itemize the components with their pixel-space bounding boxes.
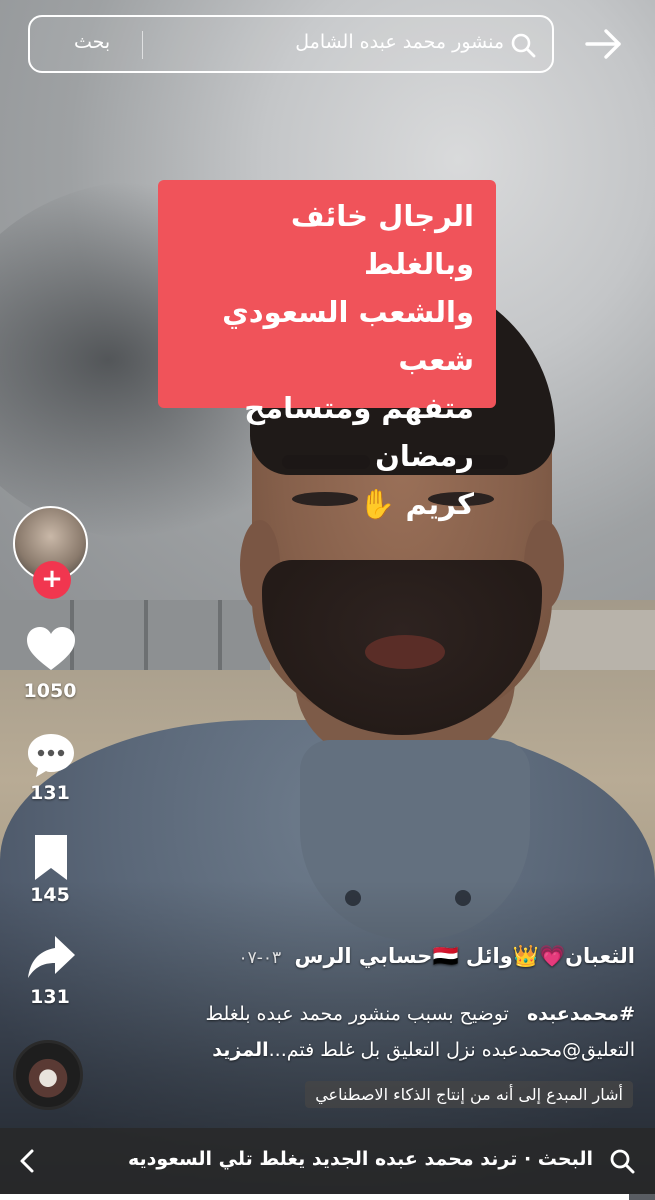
more-link[interactable]: المزيد xyxy=(212,1039,268,1061)
share-count: 131 xyxy=(30,986,70,1008)
post-description[interactable]: #محمدعبده توضيح بسبب منشور محمد عبده بلغ… xyxy=(135,996,635,1068)
top-bar: بحث منشور محمد عبده الشامل xyxy=(0,0,655,100)
follow-button[interactable]: + xyxy=(33,561,71,599)
related-search-bar[interactable]: البحث · ترند محمد عبده الجديد يغلط تلي ا… xyxy=(0,1128,655,1194)
bookmark-icon[interactable] xyxy=(25,832,77,884)
search-icon xyxy=(610,1149,635,1174)
share-arrow-icon[interactable] xyxy=(584,26,624,62)
caption-text: الرجال خائف وبالغلط والشعب السعودي شعب م… xyxy=(222,199,474,521)
post-date: ٠٣-٠٧ xyxy=(238,948,282,968)
search-input[interactable]: بحث منشور محمد عبده الشامل xyxy=(28,15,554,73)
music-disc[interactable] xyxy=(13,1040,83,1110)
related-search-text: البحث · ترند محمد عبده الجديد يغلط تلي ا… xyxy=(127,1148,593,1170)
heart-icon[interactable] xyxy=(25,624,77,676)
comment-count: 131 xyxy=(30,782,70,804)
author-name[interactable]: الثعبان💗👑وائل 🇾🇪حسابي الرس xyxy=(294,944,635,968)
author-line[interactable]: الثعبان💗👑وائل 🇾🇪حسابي الرس ٠٣-٠٧ xyxy=(239,944,636,969)
save-count: 145 xyxy=(30,884,70,906)
search-submit-button[interactable]: بحث xyxy=(74,31,110,53)
share-icon[interactable] xyxy=(25,932,77,984)
video-progress-bar[interactable] xyxy=(0,1194,655,1200)
video-progress-fill xyxy=(0,1194,629,1200)
search-icon xyxy=(511,33,536,58)
person-mouth xyxy=(365,635,445,669)
ai-generated-label: أشار المبدع إلى أنه من إنتاج الذكاء الاص… xyxy=(305,1081,633,1108)
chevron-left-icon[interactable] xyxy=(18,1148,36,1174)
caption-card: الرجال خائف وبالغلط والشعب السعودي شعب م… xyxy=(158,180,496,521)
search-divider xyxy=(142,31,143,59)
search-query-text: منشور محمد عبده الشامل xyxy=(295,31,504,53)
like-count: 1050 xyxy=(23,680,77,702)
comment-icon[interactable] xyxy=(25,730,77,782)
rooftop-wall xyxy=(540,610,655,670)
post-hashtag[interactable]: #محمدعبده xyxy=(527,1003,635,1025)
